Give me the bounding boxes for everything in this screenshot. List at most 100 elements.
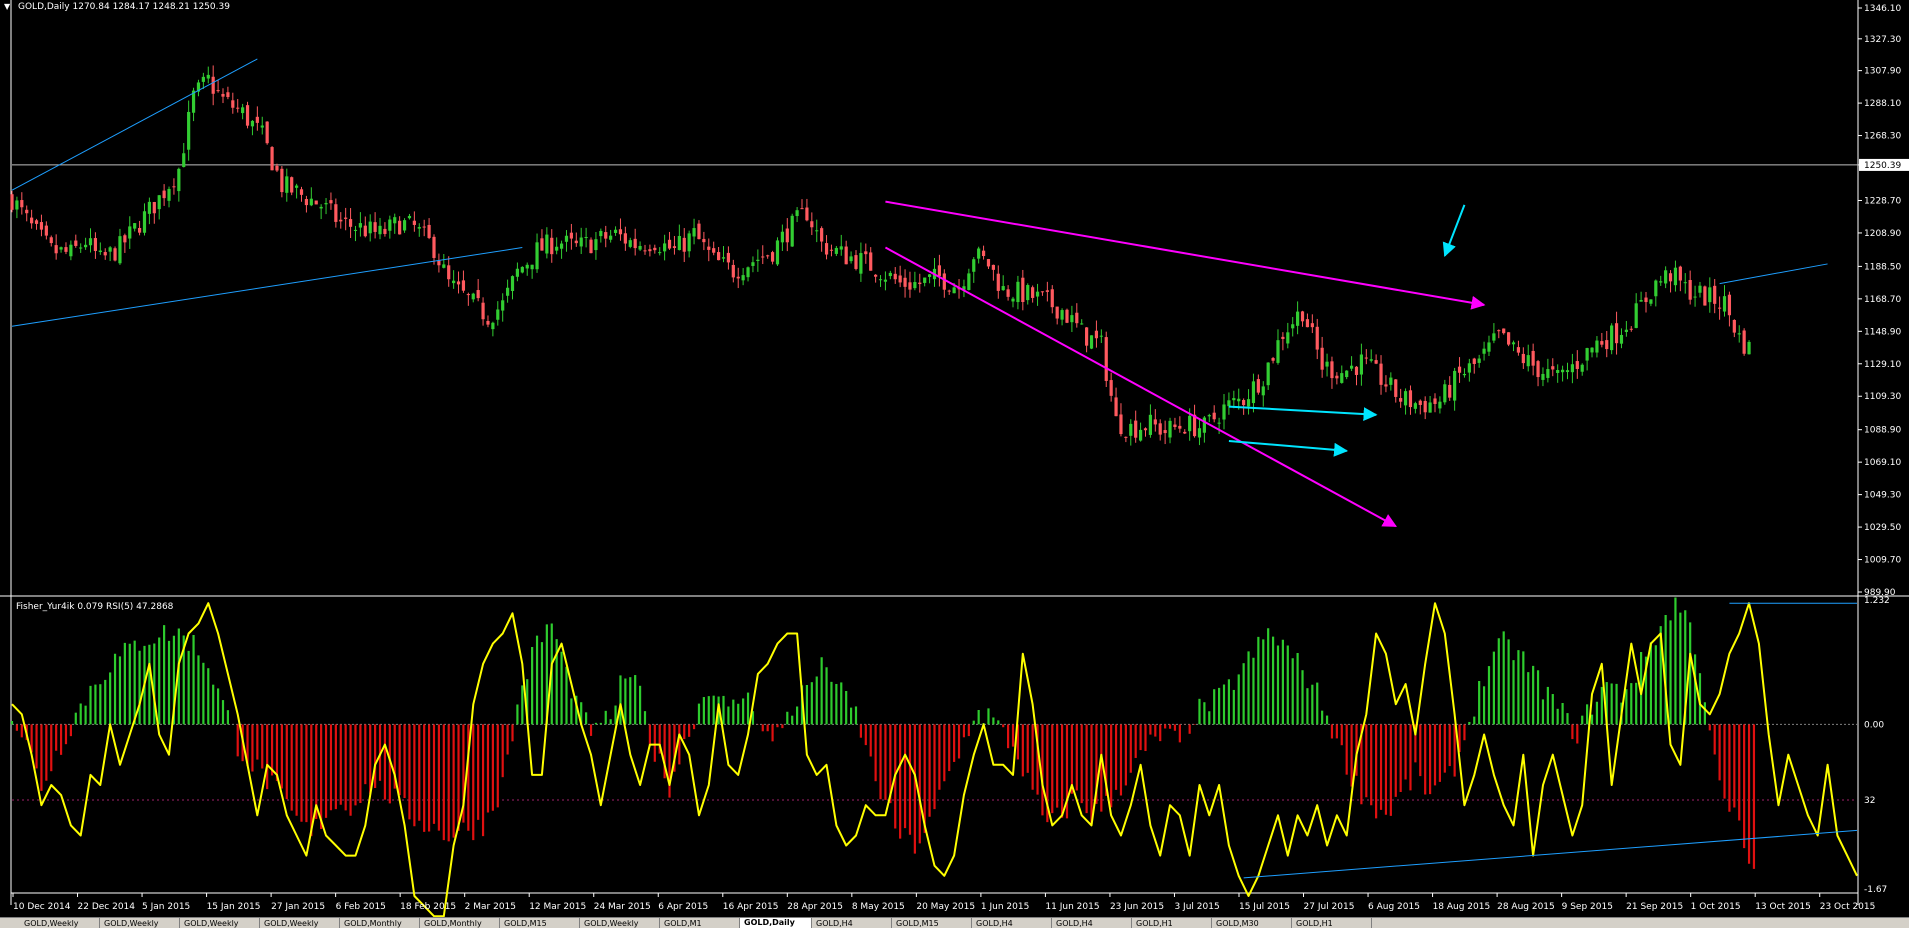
candle-body <box>427 224 431 238</box>
candle-body <box>84 244 88 248</box>
candle-body <box>260 125 264 128</box>
candle-body <box>59 247 63 250</box>
candle-body <box>594 239 598 251</box>
candle-body <box>1649 299 1653 304</box>
candle-body <box>981 250 986 257</box>
candle-body <box>1737 333 1741 335</box>
candle-body <box>1526 355 1530 367</box>
candle-body <box>1418 400 1422 405</box>
candle-body <box>373 222 377 232</box>
candle-body <box>599 230 603 237</box>
candle-body <box>1384 384 1388 387</box>
candle-body <box>790 215 794 247</box>
candle-body <box>1605 340 1609 350</box>
candle-body <box>1354 366 1359 375</box>
time-tick-label: 3 Jul 2015 <box>1174 902 1219 912</box>
candle-body <box>834 247 838 254</box>
candle-body <box>378 225 382 235</box>
candle-body <box>393 217 397 224</box>
candle-body <box>147 201 151 214</box>
candle-body <box>1600 341 1604 345</box>
candle-body <box>913 282 917 289</box>
candle-body <box>1232 398 1236 401</box>
chart-tab[interactable]: GOLD,Daily <box>740 918 812 928</box>
candle-body <box>1462 373 1467 376</box>
candle-body <box>402 220 407 231</box>
candle-body <box>211 76 215 94</box>
candle-body <box>1369 359 1373 361</box>
price-tick-label: 1049.30 <box>1864 491 1901 501</box>
candle-body <box>221 93 225 97</box>
candle-body <box>295 185 299 188</box>
candle-body <box>491 322 495 330</box>
candle-body <box>285 176 289 193</box>
candle-body <box>653 247 657 251</box>
candle-body <box>1438 401 1442 409</box>
indicator-tick-label: 0.00 <box>1864 720 1884 730</box>
candle-body <box>69 244 73 257</box>
candle-body <box>98 250 102 253</box>
candle-body <box>304 199 309 206</box>
candle-body <box>314 200 318 205</box>
candle-body <box>344 217 348 219</box>
price-tick-label: 1346.10 <box>1864 4 1901 14</box>
candle-body <box>874 274 878 277</box>
candle-body <box>299 189 304 195</box>
price-tick-label: 1288.10 <box>1864 99 1901 109</box>
price-tick-label: 1088.90 <box>1864 426 1901 436</box>
candle-body <box>1276 340 1280 363</box>
candle-body <box>481 302 485 320</box>
candle-body <box>780 231 784 243</box>
symbol-dropdown-icon[interactable]: ▼ <box>4 2 11 11</box>
candle-body <box>1359 354 1364 375</box>
candle-body <box>1197 428 1202 438</box>
candle-body <box>1266 362 1270 386</box>
candle-body <box>530 264 534 270</box>
candle-body <box>466 294 470 296</box>
candle-body <box>1148 414 1153 435</box>
candle-body <box>1619 334 1624 344</box>
candle-body <box>628 240 632 247</box>
price-tick-label: 1188.50 <box>1864 262 1901 272</box>
candle-body <box>540 238 544 251</box>
indicator-tick-label: -1.67 <box>1864 885 1887 895</box>
candle-body <box>353 229 358 231</box>
price-tick-label: 1129.10 <box>1864 360 1901 370</box>
candle-body <box>721 257 726 259</box>
candle-body <box>476 290 480 299</box>
candle-body <box>942 273 946 290</box>
candle-body <box>74 240 78 246</box>
price-tick-label: 1029.50 <box>1864 523 1901 533</box>
candle-body <box>1114 397 1118 417</box>
candle-body <box>49 237 53 244</box>
time-tick-label: 27 Jan 2015 <box>271 902 325 912</box>
candle-body <box>1614 323 1619 344</box>
chart-tabs-bar: GOLD,Weekly GOLD,Weekly GOLD,Weekly GOLD,We… <box>0 917 1909 928</box>
chart-window[interactable]: 1346.10 1327.30 1307.90 1288.10 1268.30 1250.… <box>0 0 1909 928</box>
price-tick-label: 1327.30 <box>1864 35 1901 45</box>
candle-body <box>545 234 549 254</box>
candle-body <box>1340 373 1344 383</box>
candle-body <box>290 177 294 193</box>
candle-body <box>839 246 843 250</box>
candle-body <box>820 228 824 242</box>
candle-body <box>123 235 127 243</box>
price-tick-label: 1228.70 <box>1864 196 1901 206</box>
candle-body <box>918 282 922 285</box>
candle-body <box>829 249 834 251</box>
candle-body <box>604 232 608 239</box>
candle-body <box>1467 363 1471 373</box>
candle-body <box>417 227 421 229</box>
candle-body <box>54 245 58 254</box>
candle-body <box>1556 370 1560 373</box>
candle-body <box>716 252 721 261</box>
time-tick-label: 6 Aug 2015 <box>1368 902 1420 912</box>
candle-body <box>1742 330 1746 354</box>
chart-canvas[interactable]: 1346.10 1327.30 1307.90 1288.10 1268.30 1250.… <box>0 0 1909 918</box>
candle-body <box>883 279 888 282</box>
candle-body <box>1158 423 1162 435</box>
time-tick-label: 15 Jul 2015 <box>1239 902 1290 912</box>
candle-body <box>1330 361 1334 379</box>
candle-body <box>1246 399 1251 407</box>
candle-body <box>726 252 731 263</box>
